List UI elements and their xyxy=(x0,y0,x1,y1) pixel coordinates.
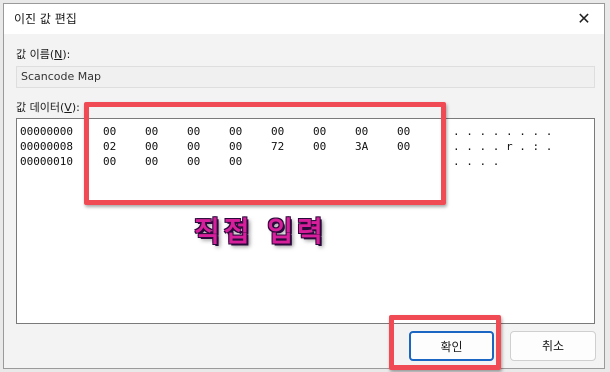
window-title: 이진 값 편집 xyxy=(14,12,77,26)
close-icon[interactable]: ✕ xyxy=(564,4,604,34)
edit-binary-dialog: 이진 값 편집 ✕ 값 이름(N): Scancode Map 값 데이터(V)… xyxy=(3,3,605,370)
hex-ascii: . . . . . . . . xyxy=(453,125,553,138)
value-name-field: Scancode Map xyxy=(16,66,595,88)
value-name-label: 값 이름(N): xyxy=(16,48,71,61)
hex-ascii: . . . . xyxy=(453,155,500,168)
hex-offset: 00000010 xyxy=(20,155,73,168)
annotation-box-ok xyxy=(389,315,501,370)
hex-offset: 00000008 xyxy=(20,140,73,153)
annotation-text: 직접 입력 xyxy=(194,215,327,248)
hex-ascii: . . . . r . : . xyxy=(453,140,553,153)
title-bar[interactable]: 이진 값 편집 ✕ xyxy=(4,4,604,34)
hex-offset: 00000000 xyxy=(20,125,73,138)
cancel-button[interactable]: 취소 xyxy=(510,331,596,361)
annotation-box-data xyxy=(84,102,446,205)
value-data-label: 값 데이터(V): xyxy=(16,101,80,114)
